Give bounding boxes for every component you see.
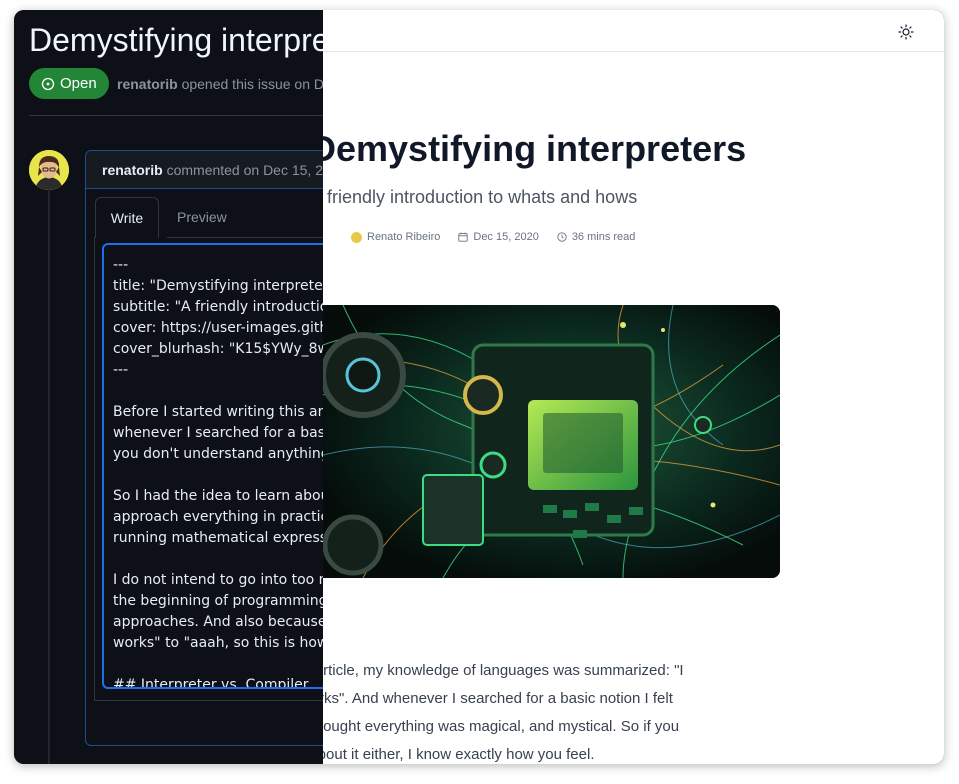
- editor-line: subtitle: "A friendly introduction to wh…: [113, 299, 323, 315]
- article-title: Demystifying interpreters: [323, 128, 747, 169]
- editor-line: ---: [113, 362, 129, 378]
- comment-header-text: renatorib commented on Dec 15, 2020: [102, 162, 323, 178]
- article-paragraph-line: don't know how this stuff works". And wh…: [323, 690, 673, 707]
- article-paragraph-line: Before I started writing this article, m…: [323, 662, 684, 679]
- editor-tabs: Write Preview: [95, 197, 323, 238]
- tabs-divider: [167, 237, 323, 238]
- github-issue-panel: Demystifying interpreters Open renatorib…: [14, 10, 323, 764]
- tab-write[interactable]: Write: [95, 197, 159, 238]
- meta-date: Dec 15, 2020: [458, 231, 539, 243]
- comment-box: renatorib commented on Dec 15, 2020 Writ…: [85, 150, 323, 746]
- cover-illustration: [323, 305, 780, 578]
- editor-line: running mathematical expressions: [113, 530, 323, 546]
- article-paragraph-lines: Before I started writing this article, m…: [323, 657, 754, 764]
- issue-opened-line: renatorib opened this issue on Dec 15, 2…: [117, 76, 323, 92]
- issue-opened-text: opened this issue on Dec 15, 2020: [181, 76, 323, 92]
- avatar-illustration: [29, 150, 69, 190]
- article-paragraph-line: don't understand anything about it eithe…: [323, 746, 595, 763]
- issue-open-icon: [41, 77, 55, 90]
- meta-date-text: Dec 15, 2020: [473, 231, 539, 243]
- article-cover-image: [323, 305, 780, 578]
- article-paragraph-line: like I was reading Greek, I thought ever…: [323, 718, 680, 735]
- author-avatar: [351, 231, 362, 243]
- comment-action-text: commented on Dec 15, 2020: [166, 162, 323, 178]
- header-divider: [29, 115, 323, 116]
- editor-line: the beginning of programming), and I wil…: [113, 593, 323, 609]
- issue-title: Demystifying interpreters: [29, 22, 323, 58]
- meta-author-name: Renato Ribeiro: [367, 231, 441, 243]
- comment-author-link[interactable]: renatorib: [102, 162, 163, 178]
- window-frame: Demystifying interpreters Open renatorib…: [14, 10, 944, 764]
- clock-icon: [557, 232, 567, 242]
- meta-author: Renato Ribeiro: [351, 231, 440, 243]
- editor-line: So I had the idea to learn about the sub…: [113, 488, 323, 504]
- calendar-icon: [458, 232, 469, 242]
- article-preview-panel: Demystifying interpreters A friendly int…: [323, 10, 944, 764]
- editor-line: Before I started writing this article, m…: [113, 404, 323, 420]
- meta-read-time: 36 mins read: [557, 231, 636, 243]
- editor-line: approaches. And also because I have seen: [113, 614, 323, 630]
- issue-status-label: Open: [60, 75, 97, 92]
- comment-textarea-content: --- title: "Demystifying interpreters" sub…: [113, 255, 323, 689]
- meta-read-time-text: 36 mins read: [571, 231, 636, 243]
- editor-line: I do not intend to go into too much deta…: [113, 572, 323, 588]
- avatar[interactable]: [29, 150, 69, 190]
- editor-line: cover_blurhash: "K15$YWy_8wBt%: [113, 341, 323, 357]
- issue-author-link[interactable]: renatorib: [117, 76, 178, 92]
- tab-preview[interactable]: Preview: [177, 209, 227, 225]
- timeline-line: [48, 190, 50, 764]
- editor-line: title: "Demystifying interpreters": [113, 278, 323, 294]
- article-paragraph: Before I started writing this article, m…: [323, 657, 944, 764]
- editor-line: approach everything in practice. Let's b…: [113, 509, 323, 525]
- article-subtitle: A friendly introduction to whats and how…: [323, 187, 638, 207]
- editor-line: whenever I searched for a basic notion I…: [113, 425, 323, 441]
- issue-status-badge: Open: [29, 68, 109, 99]
- editor-line: ## Interpreter vs. Compiler: [113, 677, 309, 689]
- editor-line: ---: [113, 257, 129, 273]
- editor-line: cover: https://user-images.githubusercon…: [113, 320, 323, 336]
- comment-textarea[interactable]: --- title: "Demystifying interpreters" sub…: [102, 243, 323, 689]
- article-meta: Renato Ribeiro Dec 15, 2020 36 mins read: [351, 229, 653, 245]
- comment-header: renatorib commented on Dec 15, 2020: [86, 151, 323, 189]
- editor-line: works" to "aaah, so this is how it works…: [113, 635, 323, 651]
- editor-line: you don't understand anything about it e…: [113, 446, 323, 462]
